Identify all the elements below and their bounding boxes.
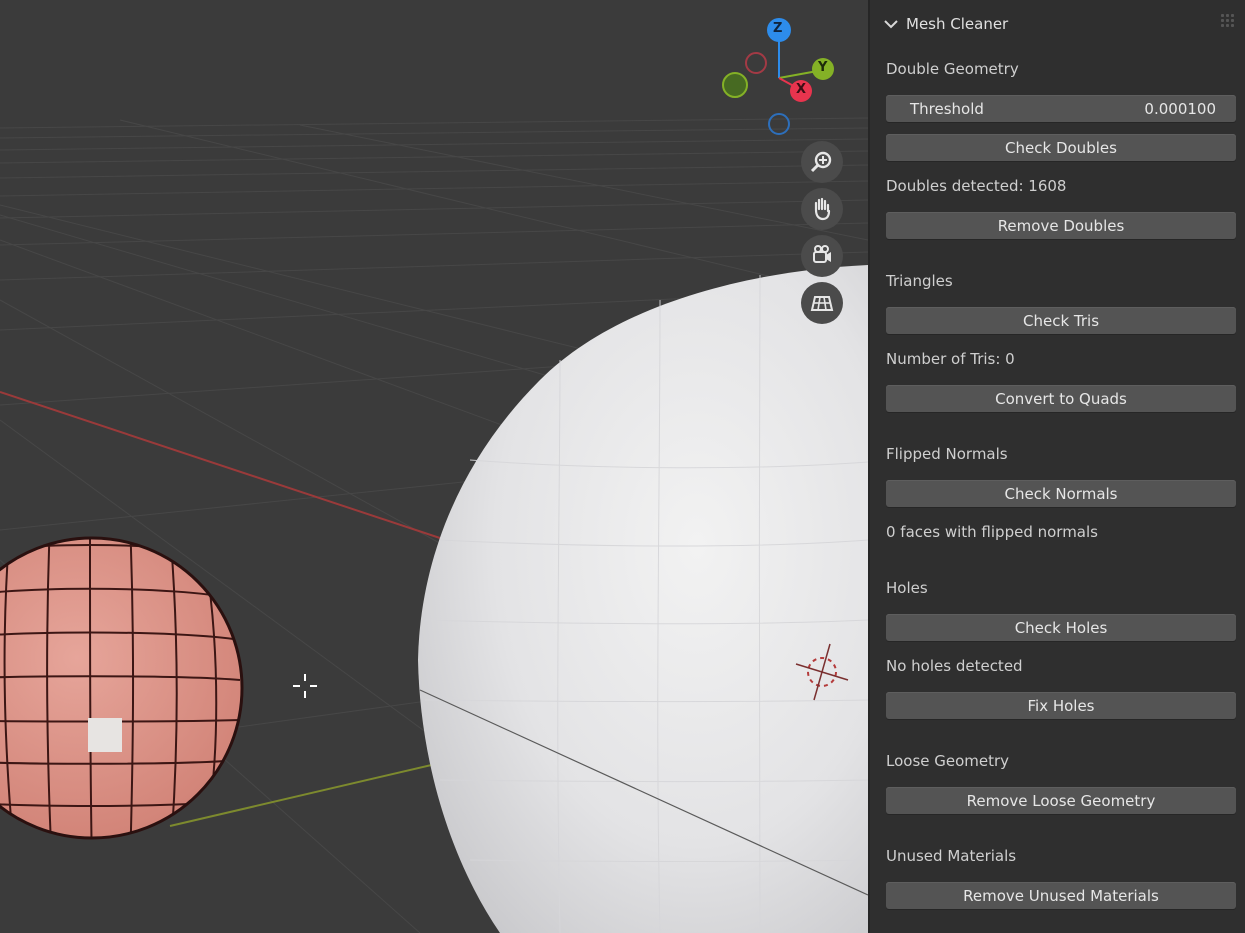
convert-to-quads-button[interactable]: Convert to Quads xyxy=(886,385,1236,412)
pan-hand-icon[interactable] xyxy=(801,188,843,230)
threshold-label: Threshold xyxy=(910,99,984,118)
section-loose-geometry-heading: Loose Geometry xyxy=(886,752,1010,770)
holes-status: No holes detected xyxy=(886,657,1023,675)
zoom-icon[interactable] xyxy=(801,141,843,183)
3d-cursor xyxy=(293,674,317,698)
x-axis-line xyxy=(0,391,471,549)
remove-loose-geometry-button[interactable]: Remove Loose Geometry xyxy=(886,787,1236,814)
normals-status: 0 faces with flipped normals xyxy=(886,523,1098,541)
grid-view-icon[interactable] xyxy=(801,282,843,324)
gizmo-x-label: X xyxy=(796,82,807,97)
threshold-value: 0.000100 xyxy=(1144,99,1216,118)
remove-doubles-button[interactable]: Remove Doubles xyxy=(886,212,1236,239)
check-holes-button[interactable]: Check Holes xyxy=(886,614,1236,641)
fix-holes-button[interactable]: Fix Holes xyxy=(886,692,1236,719)
tris-status: Number of Tris: 0 xyxy=(886,350,1015,368)
3d-viewport[interactable]: Z Y X xyxy=(0,0,868,933)
section-flipped-normals-heading: Flipped Normals xyxy=(886,445,1008,463)
section-triangles-heading: Triangles xyxy=(886,272,953,290)
navigation-gizmo[interactable]: Z Y X xyxy=(715,14,845,144)
gizmo-z-label: Z xyxy=(773,21,783,36)
threshold-field[interactable]: Threshold 0.000100 xyxy=(886,95,1236,122)
panel-header[interactable]: Mesh Cleaner xyxy=(884,12,1008,36)
gizmo-y-label: Y xyxy=(818,60,828,75)
doubles-status: Doubles detected: 1608 xyxy=(886,177,1067,195)
camera-icon[interactable] xyxy=(801,235,843,277)
panel-title: Mesh Cleaner xyxy=(906,15,1009,33)
mesh-cleaner-panel: Mesh Cleaner Double Geometry Threshold 0… xyxy=(868,0,1245,933)
section-double-geometry-heading: Double Geometry xyxy=(886,60,1019,78)
drag-handle-icon[interactable] xyxy=(1221,14,1235,28)
check-normals-button[interactable]: Check Normals xyxy=(886,480,1236,507)
check-tris-button[interactable]: Check Tris xyxy=(886,307,1236,334)
section-holes-heading: Holes xyxy=(886,579,928,597)
remove-unused-materials-button[interactable]: Remove Unused Materials xyxy=(886,882,1236,909)
check-doubles-button[interactable]: Check Doubles xyxy=(886,134,1236,161)
white-sphere xyxy=(418,265,868,933)
chevron-down-icon xyxy=(884,19,898,29)
section-unused-materials-heading: Unused Materials xyxy=(886,847,1017,865)
